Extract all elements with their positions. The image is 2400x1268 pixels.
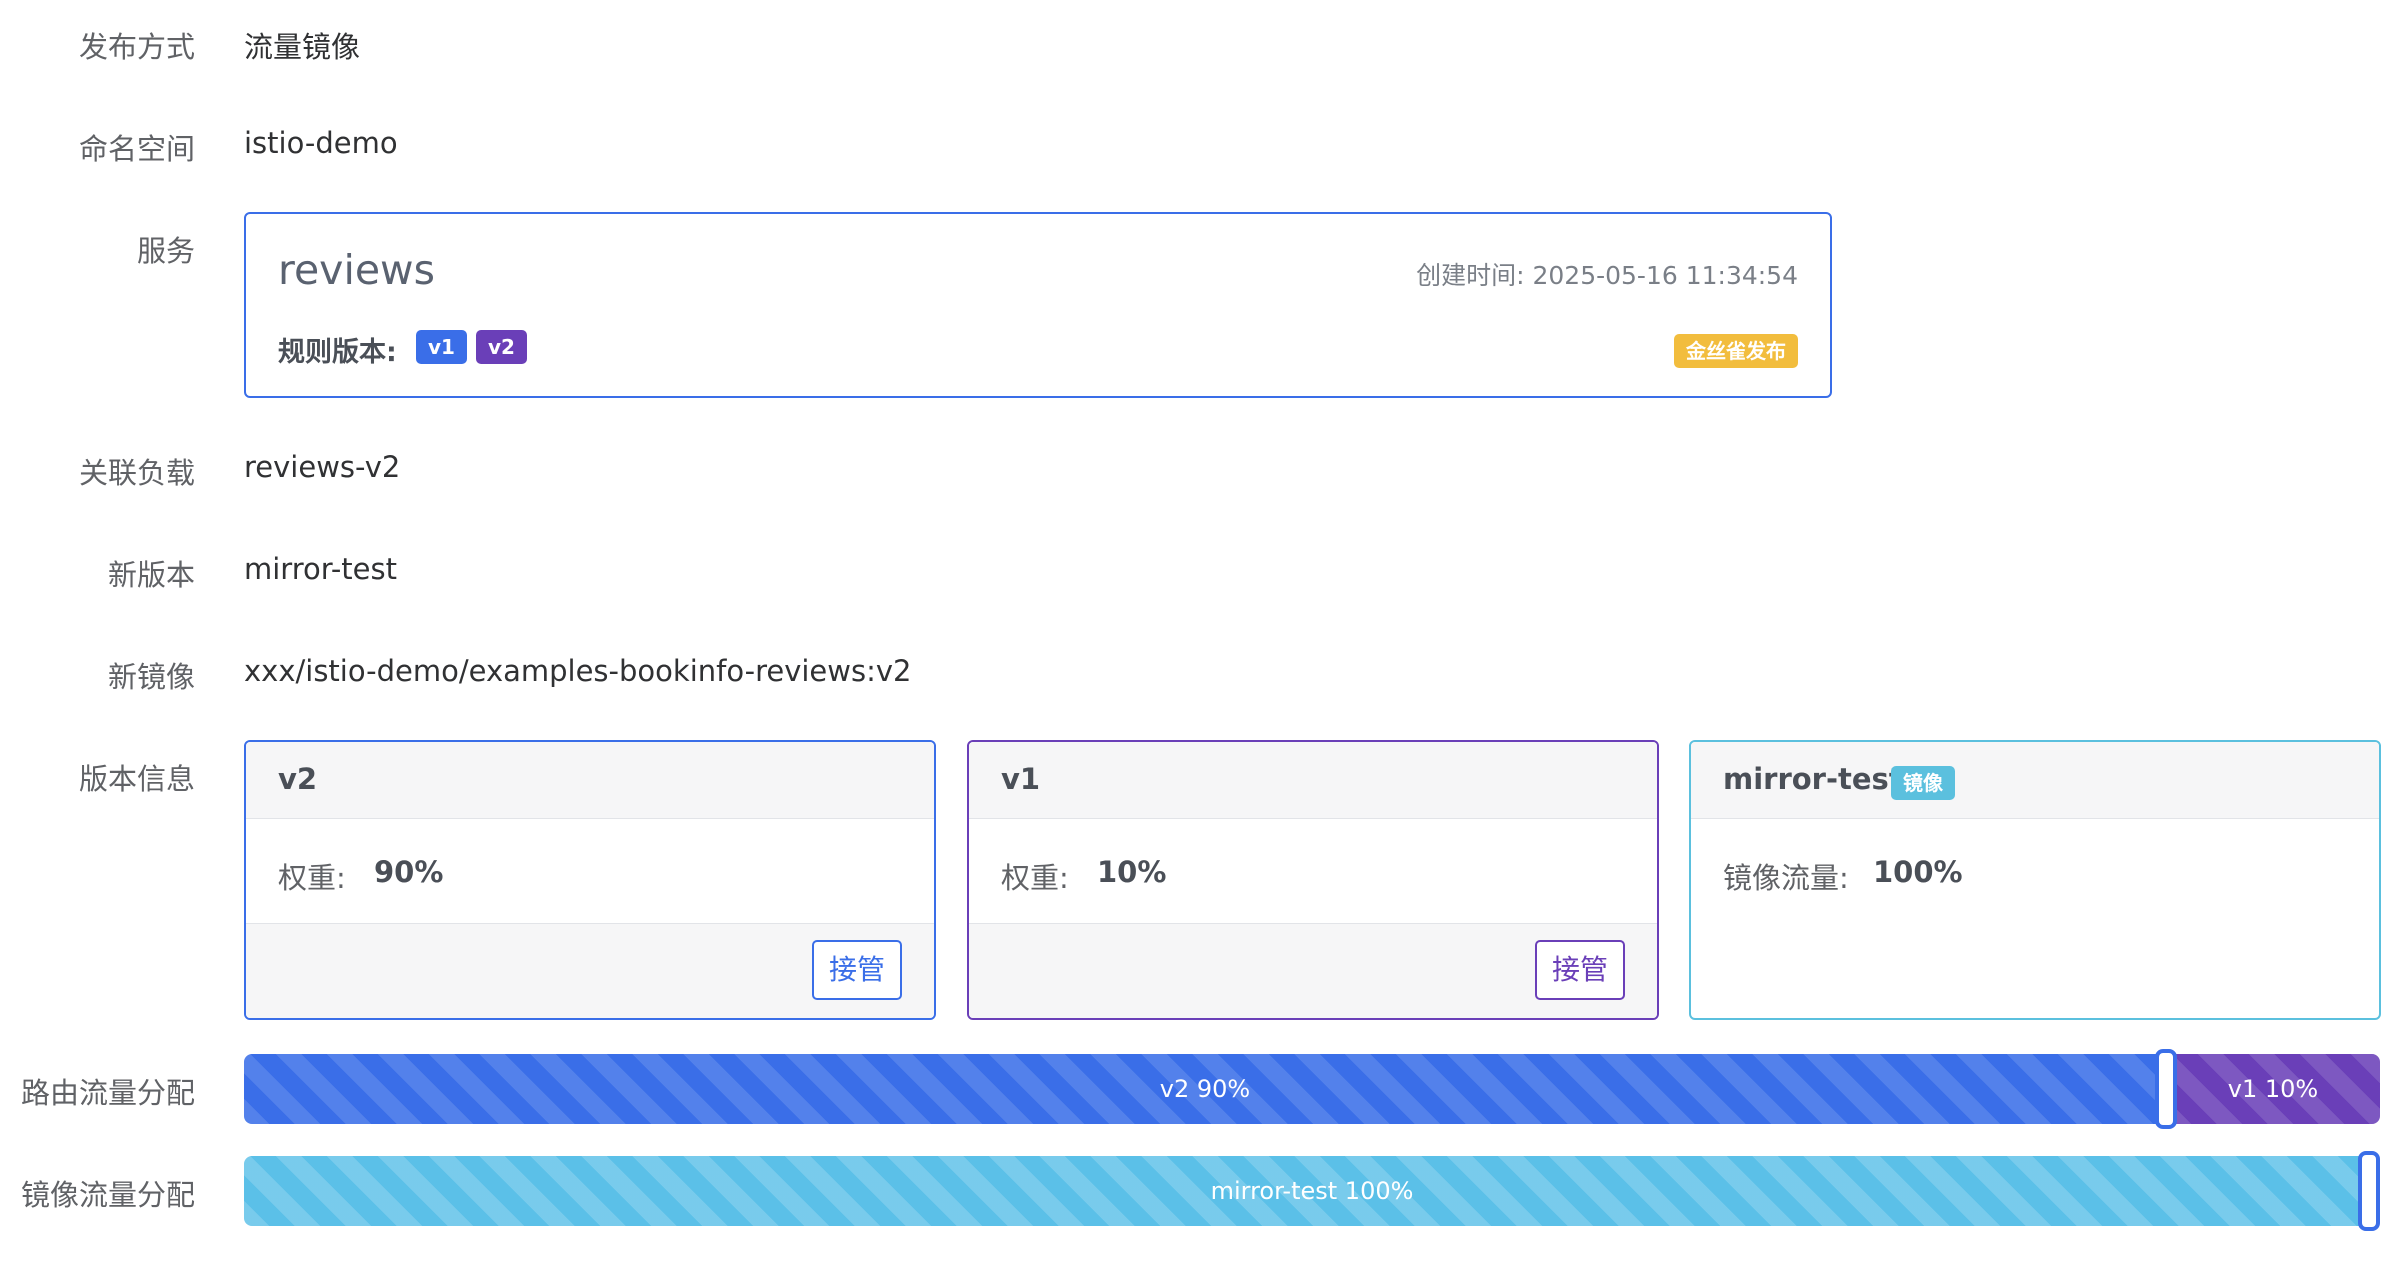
mirror-traffic-value: 100% bbox=[1873, 855, 1963, 889]
version-info-label: 版本信息 bbox=[78, 762, 195, 796]
version-card-footer: 接管 bbox=[969, 923, 1657, 1018]
rule-version-tag-v2: v2 bbox=[476, 330, 527, 364]
mirror-traffic-bar: mirror-test 100% bbox=[244, 1156, 2380, 1226]
version-card-body: 权重: 10% bbox=[969, 819, 1657, 927]
version-card-header: v2 bbox=[246, 742, 934, 819]
new-version-value: mirror-test bbox=[244, 552, 397, 586]
rule-versions-label: 规则版本: bbox=[278, 337, 397, 368]
mirror-segment: mirror-test 100% bbox=[244, 1156, 2380, 1226]
mirror-tag: 镜像 bbox=[1891, 766, 1955, 800]
service-created-time: 创建时间: 2025-05-16 11:34:54 bbox=[1416, 261, 1798, 290]
weight-value: 10% bbox=[1097, 855, 1167, 889]
route-segment-v1: v1 10% bbox=[2166, 1054, 2380, 1124]
version-card-body: 镜像流量: 100% bbox=[1691, 819, 2379, 927]
publish-method-value: 流量镜像 bbox=[244, 30, 361, 64]
mirror-traffic-dist-label: 镜像流量分配 bbox=[20, 1178, 195, 1212]
strategy-badge: 金丝雀发布 bbox=[1674, 334, 1798, 368]
publish-method-label: 发布方式 bbox=[78, 30, 195, 64]
related-workload-label: 关联负载 bbox=[78, 456, 195, 490]
service-label: 服务 bbox=[136, 234, 195, 268]
namespace-label: 命名空间 bbox=[78, 132, 195, 166]
new-image-value: xxx/istio-demo/examples-bookinfo-reviews… bbox=[244, 654, 912, 688]
version-card-header: v1 bbox=[969, 742, 1657, 819]
version-card-body: 权重: 90% bbox=[246, 819, 934, 927]
takeover-button-v1[interactable]: 接管 bbox=[1535, 940, 1625, 1000]
new-version-label: 新版本 bbox=[107, 558, 195, 592]
route-segment-v2: v2 90% bbox=[244, 1054, 2166, 1124]
related-workload-value: reviews-v2 bbox=[244, 450, 401, 484]
version-card-footer: 接管 bbox=[246, 923, 934, 1018]
namespace-value: istio-demo bbox=[244, 126, 398, 160]
route-traffic-bar: v2 90% v1 10% bbox=[244, 1054, 2380, 1124]
version-name: mirror-test bbox=[1723, 762, 1903, 796]
service-card: reviews 创建时间: 2025-05-16 11:34:54 规则版本: … bbox=[244, 212, 1832, 398]
new-image-label: 新镜像 bbox=[107, 660, 195, 694]
version-card-header: mirror-test 镜像 bbox=[1691, 742, 2379, 819]
route-split-handle[interactable] bbox=[2155, 1049, 2177, 1129]
version-card-v1: v1 权重: 10% 接管 bbox=[967, 740, 1659, 1020]
takeover-button-v2[interactable]: 接管 bbox=[812, 940, 902, 1000]
rule-version-tag-v1: v1 bbox=[416, 330, 467, 364]
version-card-v2: v2 权重: 90% 接管 bbox=[244, 740, 936, 1020]
weight-label: 权重: bbox=[1001, 861, 1069, 895]
service-name: reviews bbox=[278, 246, 435, 294]
weight-label: 权重: bbox=[278, 861, 346, 895]
mirror-traffic-label: 镜像流量: bbox=[1723, 861, 1849, 895]
version-card-mirror: mirror-test 镜像 镜像流量: 100% bbox=[1689, 740, 2381, 1020]
route-traffic-label: 路由流量分配 bbox=[20, 1076, 195, 1110]
mirror-split-handle[interactable] bbox=[2358, 1151, 2380, 1231]
version-name: v1 bbox=[1001, 762, 1041, 796]
weight-value: 90% bbox=[374, 855, 444, 889]
version-name: v2 bbox=[278, 762, 318, 796]
